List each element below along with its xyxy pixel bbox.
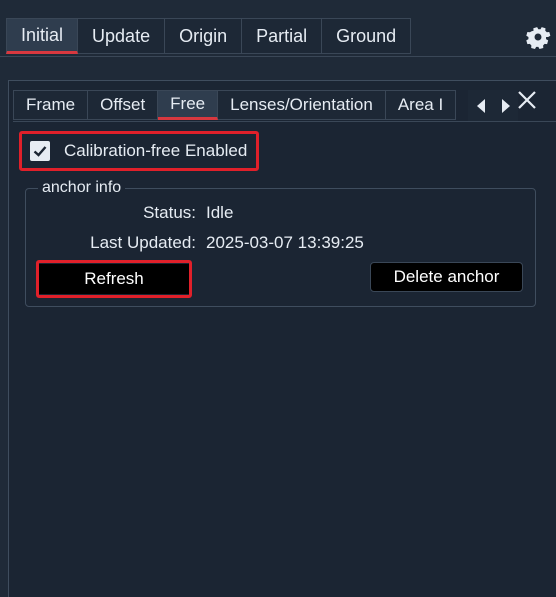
refresh-button[interactable]: Refresh — [39, 264, 189, 294]
tab-update[interactable]: Update — [78, 18, 166, 54]
top-divider — [0, 56, 556, 57]
top-tab-bar: Initial Update Origin Partial Ground — [6, 18, 412, 56]
last-updated-label: Last Updated: — [90, 233, 196, 252]
status-label: Status: — [143, 203, 196, 222]
tab-origin[interactable]: Origin — [165, 18, 243, 54]
last-updated-value: 2025-03-07 13:39:25 — [206, 233, 364, 252]
tab-partial[interactable]: Partial — [242, 18, 323, 54]
tab-frame[interactable]: Frame — [13, 90, 89, 120]
sub-tab-bar: Frame Offset Free Lenses/Orientation Are… — [13, 90, 518, 122]
delete-anchor-button[interactable]: Delete anchor — [370, 262, 523, 292]
triangle-right-icon[interactable] — [501, 98, 511, 114]
calibration-free-label: Calibration-free Enabled — [64, 141, 248, 160]
tab-area[interactable]: Area I — [385, 90, 457, 120]
sub-tab-divider — [13, 121, 556, 122]
anchor-info-group: anchor info Status: Idle Last Updated: 2… — [25, 179, 536, 307]
tab-scroll-arrows — [468, 90, 518, 121]
tab-initial[interactable]: Initial — [6, 18, 79, 54]
gear-icon[interactable] — [525, 24, 551, 50]
tab-lenses-orientation[interactable]: Lenses/Orientation — [218, 90, 386, 120]
calibration-free-toggle[interactable]: Calibration-free Enabled — [19, 131, 259, 171]
triangle-left-icon[interactable] — [476, 98, 486, 114]
calibration-panel: Frame Offset Free Lenses/Orientation Are… — [8, 80, 556, 597]
tab-offset[interactable]: Offset — [88, 90, 159, 120]
close-icon[interactable] — [515, 88, 539, 112]
refresh-highlight: Refresh — [36, 260, 192, 298]
status-value: Idle — [206, 203, 234, 222]
tab-free[interactable]: Free — [158, 90, 219, 120]
anchor-info-legend: anchor info — [38, 179, 126, 197]
calibration-free-checkbox[interactable] — [30, 141, 50, 161]
checkmark-icon — [33, 146, 47, 157]
tab-ground[interactable]: Ground — [322, 18, 412, 54]
